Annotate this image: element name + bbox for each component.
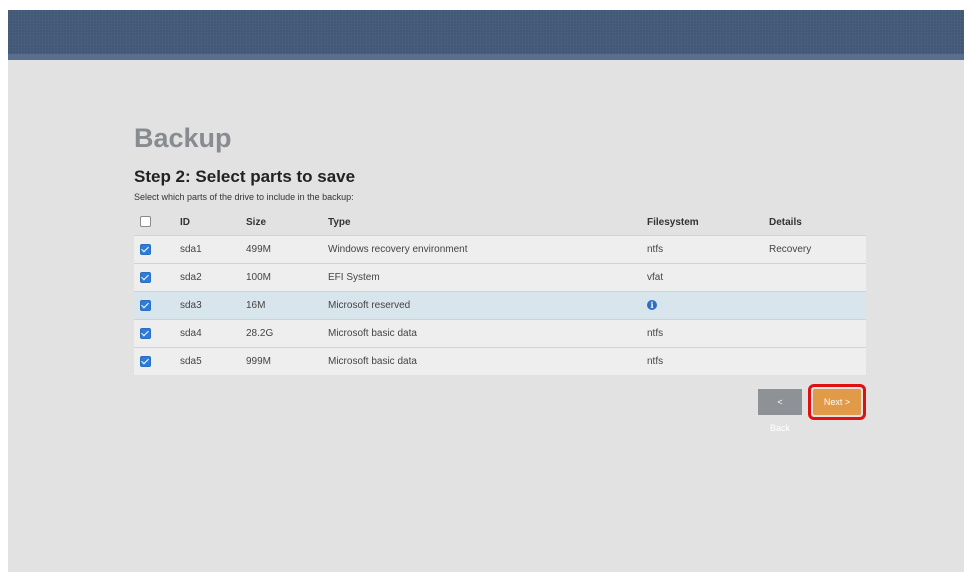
top-bar-divider <box>8 54 964 60</box>
column-header-id: ID <box>180 216 190 228</box>
partition-type: Microsoft reserved <box>327 291 646 320</box>
row-checkbox[interactable] <box>140 327 151 339</box>
back-button[interactable]: < Back <box>758 389 802 433</box>
next-button-highlight: Next > <box>808 384 866 420</box>
wizard-buttons: < Back Next > <box>758 384 866 433</box>
partition-size: 999M <box>245 347 327 375</box>
partition-type: Microsoft basic data <box>327 347 646 375</box>
row-checkbox[interactable] <box>140 299 151 311</box>
partition-details <box>768 347 866 375</box>
column-header-details: Details <box>769 216 802 228</box>
main-content: Backup Step 2: Select parts to save Sele… <box>134 122 866 433</box>
partition-details <box>768 263 866 292</box>
partition-type: EFI System <box>327 263 646 292</box>
partition-id: sda3 <box>179 291 245 320</box>
table-row[interactable]: sda3 16M Microsoft reserved i <box>134 291 866 320</box>
partition-size: 100M <box>245 263 327 292</box>
partition-details <box>768 291 866 320</box>
partition-details <box>768 319 866 348</box>
top-bar <box>8 10 964 54</box>
partition-details: Recovery <box>768 235 866 264</box>
next-button[interactable]: Next > <box>813 389 861 415</box>
partition-filesystem: ntfs <box>646 347 768 375</box>
page-title: Backup <box>134 123 232 153</box>
partition-type: Microsoft basic data <box>327 319 646 348</box>
table-row[interactable]: sda2 100M EFI System vfat <box>134 263 866 292</box>
select-all-checkbox[interactable] <box>140 216 151 228</box>
column-header-type: Type <box>328 216 351 228</box>
partition-filesystem: ntfs <box>646 319 768 348</box>
row-checkbox[interactable] <box>140 355 151 367</box>
step-title: Step 2: Select parts to save <box>134 167 356 186</box>
partition-size: 499M <box>245 235 327 264</box>
table-row[interactable]: sda1 499M Windows recovery environment n… <box>134 235 866 264</box>
partition-id: sda2 <box>179 263 245 292</box>
partition-size: 16M <box>245 291 327 320</box>
row-checkbox[interactable] <box>140 271 151 283</box>
column-header-filesystem: Filesystem <box>647 216 699 228</box>
info-icon[interactable]: i <box>647 300 657 310</box>
column-header-size: Size <box>246 216 267 228</box>
instruction-text: Select which parts of the drive to inclu… <box>134 192 354 202</box>
app-frame: Backup Step 2: Select parts to save Sele… <box>8 10 964 572</box>
table-header-row: ID Size Type Filesystem Details <box>134 209 866 236</box>
row-checkbox[interactable] <box>140 243 151 255</box>
partition-id: sda1 <box>179 235 245 264</box>
partition-filesystem: ntfs <box>646 235 768 264</box>
table-row[interactable]: sda5 999M Microsoft basic data ntfs <box>134 347 866 375</box>
select-all-cell <box>134 209 179 236</box>
partition-filesystem: vfat <box>646 263 768 292</box>
partition-id: sda4 <box>179 319 245 348</box>
partition-id: sda5 <box>179 347 245 375</box>
partition-filesystem: i <box>646 291 768 320</box>
partition-type: Windows recovery environment <box>327 235 646 264</box>
table-row[interactable]: sda4 28.2G Microsoft basic data ntfs <box>134 319 866 348</box>
partitions-table: ID Size Type Filesystem Details sda1 499… <box>134 209 866 375</box>
partition-size: 28.2G <box>245 319 327 348</box>
